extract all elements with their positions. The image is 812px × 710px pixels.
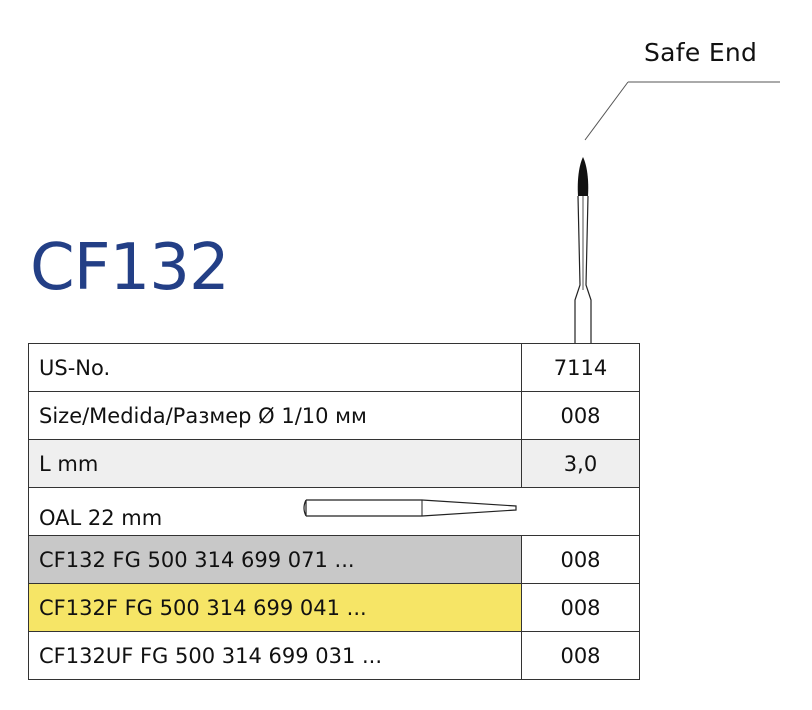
table-row: CF132UF FG 500 314 699 031 ... 008: [28, 631, 640, 680]
spec-table: US-No. 7114 Size/Medida/Размер Ø 1/10 мм…: [28, 343, 640, 680]
table-row: OAL 22 mm: [28, 487, 640, 536]
oal-cell: OAL 22 mm: [28, 487, 640, 536]
order-code-value: 008: [521, 583, 640, 632]
order-code-label: CF132UF FG 500 314 699 031 ...: [28, 631, 522, 680]
table-row: L mm 3,0: [28, 439, 640, 488]
size-value: 008: [521, 391, 640, 440]
us-no-label: US-No.: [28, 343, 522, 392]
bur-outline-icon: [303, 499, 517, 517]
table-row: CF132F FG 500 314 699 041 ... 008: [28, 583, 640, 632]
table-row: Size/Medida/Размер Ø 1/10 мм 008: [28, 391, 640, 440]
safe-end-leader-line: [584, 81, 629, 141]
table-row: CF132 FG 500 314 699 071 ... 008: [28, 535, 640, 584]
order-code-value: 008: [521, 535, 640, 584]
order-code-value: 008: [521, 631, 640, 680]
order-code-label: CF132 FG 500 314 699 071 ...: [28, 535, 522, 584]
table-row: US-No. 7114: [28, 343, 640, 392]
safe-end-label: Safe End: [644, 38, 758, 67]
product-code-title: CF132: [30, 231, 230, 305]
length-label: L mm: [28, 439, 522, 488]
us-no-value: 7114: [521, 343, 640, 392]
length-value: 3,0: [521, 439, 640, 488]
oal-label: OAL 22 mm: [39, 505, 163, 530]
bur-neck: [574, 195, 592, 343]
bur-tip-icon: [577, 157, 589, 196]
order-code-label: CF132F FG 500 314 699 041 ...: [28, 583, 522, 632]
size-label: Size/Medida/Размер Ø 1/10 мм: [28, 391, 522, 440]
